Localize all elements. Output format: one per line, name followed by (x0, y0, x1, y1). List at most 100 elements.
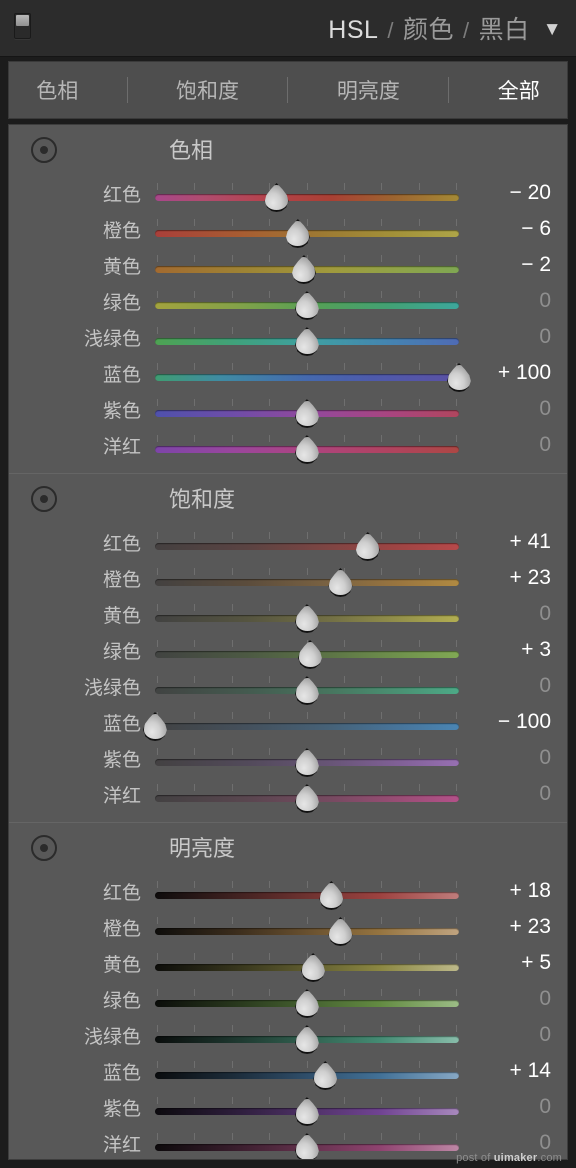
tick-mark (418, 989, 420, 996)
slider-track[interactable] (155, 374, 459, 381)
slider-track[interactable] (155, 543, 459, 550)
slider-control[interactable] (155, 1053, 459, 1090)
slider-value[interactable]: + 3 (459, 638, 567, 662)
tick-mark (343, 881, 345, 888)
tick-mark (194, 1133, 196, 1140)
slider-control[interactable] (155, 668, 459, 705)
slider-value[interactable]: 0 (459, 1095, 567, 1119)
tick-mark (418, 712, 420, 719)
slider-value[interactable]: + 23 (459, 915, 567, 939)
slider-value[interactable]: 0 (459, 325, 567, 349)
slider-value[interactable]: + 23 (459, 566, 567, 590)
slider-control[interactable] (155, 1089, 459, 1126)
slider-control[interactable] (155, 391, 459, 428)
panel-enable-toggle[interactable] (14, 13, 31, 39)
slider-track[interactable] (155, 1072, 459, 1079)
slider-control[interactable] (155, 632, 459, 669)
slider-value[interactable]: − 100 (459, 710, 567, 734)
tick-mark (456, 712, 457, 719)
tick-mark (231, 183, 233, 190)
tick-mark (343, 363, 345, 370)
tab-1[interactable]: 饱和度 (170, 71, 245, 109)
group-header-2: 明亮度 (9, 831, 567, 873)
slider-value[interactable]: 0 (459, 782, 567, 806)
slider-track[interactable] (155, 892, 459, 899)
slider-value[interactable]: + 18 (459, 879, 567, 903)
slider-control[interactable] (155, 319, 459, 356)
title-color[interactable]: 颜色 (403, 10, 454, 46)
slider-label: 洋红 (102, 785, 141, 807)
tick-mark (231, 1061, 233, 1068)
slider-value[interactable]: − 2 (459, 253, 567, 277)
slider-track[interactable] (155, 928, 459, 935)
slider-control[interactable] (155, 524, 459, 561)
tick-mark (456, 568, 457, 575)
slider-track[interactable] (155, 194, 459, 201)
tick-mark (418, 183, 420, 190)
slider-control[interactable] (155, 873, 459, 910)
slider-value[interactable]: − 20 (459, 181, 567, 205)
slider-group-2: 明亮度 红色 + 18 橙色 + 23 黄色 + 5 绿色 0 浅绿色 0 蓝色 + 14 紫色 0 洋红 0 (9, 822, 567, 1159)
title-blackwhite[interactable]: 黑白 (479, 10, 530, 46)
slider-control[interactable] (155, 175, 459, 212)
watermark-prefix: post of (456, 1152, 494, 1164)
slider-value[interactable]: − 6 (459, 217, 567, 241)
tick-mark (418, 435, 420, 442)
tab-2[interactable]: 明亮度 (331, 71, 406, 109)
slider-value[interactable]: 0 (459, 987, 567, 1011)
slider-row: 蓝色 + 14 (9, 1053, 567, 1090)
slider-control[interactable] (155, 1125, 459, 1159)
slider-control[interactable] (155, 355, 471, 392)
slider-control[interactable] (155, 740, 459, 777)
tick-mark (381, 1025, 383, 1032)
tab-0[interactable]: 色相 (30, 71, 84, 109)
slider-control[interactable] (155, 247, 459, 284)
tick-mark (381, 712, 383, 719)
target-adjust-icon[interactable] (31, 835, 57, 861)
tab-3[interactable]: 全部 (492, 71, 546, 109)
title-hsl[interactable]: HSL (328, 16, 378, 45)
slider-control[interactable] (155, 211, 459, 248)
tick-mark (381, 399, 383, 406)
slider-value[interactable]: + 100 (459, 361, 567, 385)
slider-value[interactable]: 0 (459, 674, 567, 698)
tick-mark (343, 291, 345, 298)
slider-value[interactable]: 0 (459, 1023, 567, 1047)
tick-mark (269, 435, 271, 442)
tick-mark (269, 291, 271, 298)
slider-value[interactable]: 0 (459, 602, 567, 626)
slider-control[interactable] (155, 283, 459, 320)
tick-mark (269, 532, 271, 539)
slider-row: 黄色 + 5 (9, 945, 567, 982)
tick-mark (306, 532, 308, 539)
slider-control[interactable] (155, 596, 459, 633)
slider-row: 洋红 0 (9, 776, 567, 813)
slider-value[interactable]: 0 (459, 433, 567, 457)
tick-mark (381, 255, 383, 262)
target-adjust-icon[interactable] (31, 137, 57, 163)
slider-track[interactable] (155, 579, 459, 586)
slider-control[interactable] (155, 1017, 459, 1054)
slider-value[interactable]: 0 (459, 746, 567, 770)
slider-value[interactable]: 0 (459, 397, 567, 421)
slider-control[interactable] (155, 427, 459, 464)
target-adjust-icon[interactable] (31, 486, 57, 512)
slider-control[interactable] (155, 776, 459, 813)
target-adjust-dot-icon (40, 146, 48, 154)
tick-mark (157, 183, 158, 190)
chevron-down-icon[interactable]: ▼ (543, 19, 562, 41)
title-separator-1: / (387, 18, 395, 43)
slider-track[interactable] (155, 723, 459, 730)
slider-control[interactable] (155, 909, 459, 946)
toggle-knob-icon (16, 15, 29, 26)
slider-value[interactable]: + 14 (459, 1059, 567, 1083)
tick-mark (194, 399, 196, 406)
slider-value[interactable]: + 5 (459, 951, 567, 975)
slider-control[interactable] (155, 945, 459, 982)
slider-control[interactable] (155, 981, 459, 1018)
slider-control[interactable] (143, 704, 459, 741)
slider-value[interactable]: 0 (459, 289, 567, 313)
slider-value[interactable]: + 41 (459, 530, 567, 554)
tick-mark (456, 219, 457, 226)
slider-control[interactable] (155, 560, 459, 597)
